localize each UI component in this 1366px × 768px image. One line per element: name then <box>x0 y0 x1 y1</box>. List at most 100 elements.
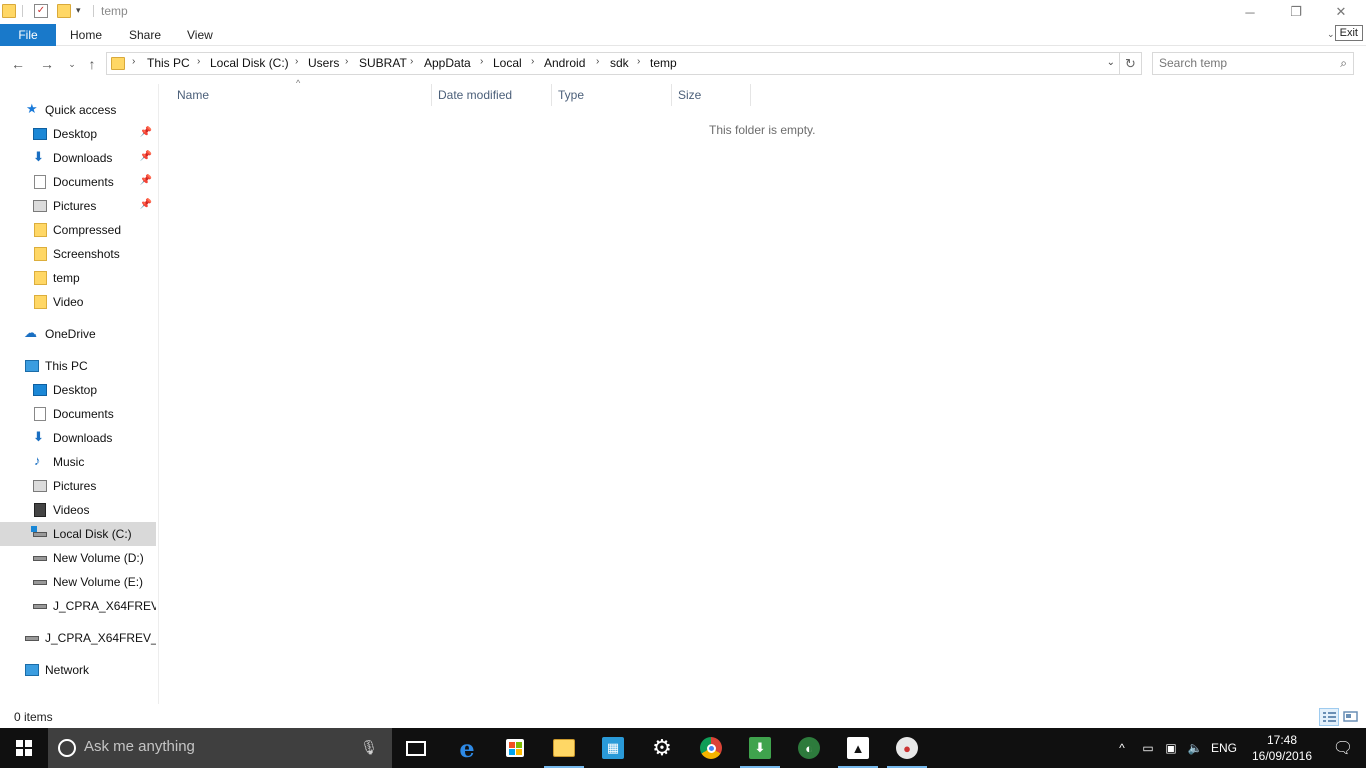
taskbar-photos[interactable]: ▲ <box>834 728 882 768</box>
taskbar-store[interactable] <box>491 728 539 768</box>
nav-network[interactable]: Network <box>0 658 156 682</box>
nav-quick-access[interactable]: ★ Quick access <box>0 98 156 122</box>
search-icon[interactable]: ⌕ <box>1340 56 1347 71</box>
large-icons-view-button[interactable] <box>1341 708 1361 726</box>
breadcrumb-android[interactable]: Android <box>544 56 585 70</box>
nav-pc-desktop[interactable]: Desktop <box>0 378 156 402</box>
address-bar[interactable]: › This PC › Local Disk (C:) › Users › SU… <box>106 52 1120 75</box>
nav-label: Pictures <box>53 479 97 493</box>
nav-quick-compressed[interactable]: Compressed <box>0 218 156 242</box>
taskbar-settings[interactable]: ⚙ <box>638 728 686 768</box>
nav-quick-video[interactable]: Video <box>0 290 156 314</box>
restore-button[interactable]: ❐ <box>1273 0 1319 24</box>
nav-label: Network <box>45 663 90 677</box>
network-tray-icon[interactable]: ▣ <box>1161 728 1181 768</box>
nav-label: Quick access <box>45 103 117 117</box>
properties-icon[interactable]: ✓ <box>34 4 48 18</box>
close-button[interactable]: ✕ <box>1318 0 1364 24</box>
minimize-button[interactable]: ─ <box>1227 0 1273 24</box>
taskbar-app-1[interactable]: ▦ <box>589 728 637 768</box>
forward-icon[interactable]: → <box>37 54 57 74</box>
taskbar-edge[interactable]: e <box>443 728 491 768</box>
nav-pc-music[interactable]: ♪ Music <box>0 450 156 474</box>
tab-home[interactable]: Home <box>70 24 102 46</box>
column-name[interactable]: Name <box>171 84 431 106</box>
taskbar-paint[interactable]: ● <box>883 728 931 768</box>
column-size[interactable]: Size <box>672 84 750 106</box>
nav-label: Screenshots <box>53 247 120 261</box>
new-folder-icon[interactable] <box>57 4 71 18</box>
pin-icon: 📌 <box>139 151 152 162</box>
volume-icon[interactable]: 🔈 <box>1184 728 1206 768</box>
nav-onedrive[interactable]: ☁ OneDrive <box>0 322 156 346</box>
cortana-search[interactable]: 🎙 <box>48 728 392 768</box>
action-center-icon[interactable]: 🗨 <box>1320 728 1366 768</box>
chevron-down-icon[interactable]: ⌄ <box>1107 57 1115 68</box>
nav-pc-videos[interactable]: Videos <box>0 498 156 522</box>
taskbar-internet-download-manager[interactable]: ◐ <box>785 728 833 768</box>
pin-icon: 📌 <box>139 175 152 186</box>
back-icon[interactable]: ← <box>8 54 28 74</box>
nav-quick-documents[interactable]: Documents 📌 <box>0 170 156 194</box>
pane-divider[interactable] <box>158 84 159 704</box>
computer-icon <box>25 360 39 372</box>
taskbar-download-manager[interactable]: ⬇ <box>736 728 784 768</box>
breadcrumb-this-pc[interactable]: This PC <box>147 56 190 70</box>
nav-quick-screenshots[interactable]: Screenshots <box>0 242 156 266</box>
search-box[interactable]: ⌕ <box>1152 52 1354 75</box>
search-input[interactable] <box>1159 56 1329 70</box>
nav-pc-documents[interactable]: Documents <box>0 402 156 426</box>
breadcrumb-temp[interactable]: temp <box>650 56 677 70</box>
nav-quick-pictures[interactable]: Pictures 📌 <box>0 194 156 218</box>
breadcrumb-local[interactable]: Local <box>493 56 522 70</box>
nav-pc-new-volume-e[interactable]: New Volume (E:) <box>0 570 156 594</box>
battery-icon[interactable]: ▭ <box>1138 728 1158 768</box>
film-icon <box>34 503 46 517</box>
nav-this-pc[interactable]: This PC <box>0 354 156 378</box>
breadcrumb-appdata[interactable]: AppData <box>424 56 471 70</box>
tab-share[interactable]: Share <box>129 24 161 46</box>
task-view-button[interactable] <box>392 728 440 768</box>
taskbar-search-input[interactable] <box>84 738 344 755</box>
input-language[interactable]: ENG <box>1208 728 1240 768</box>
breadcrumb-users[interactable]: Users <box>308 56 339 70</box>
recent-locations-icon[interactable]: ⌄ <box>62 54 82 74</box>
tooltip: Exit <box>1334 25 1363 41</box>
chrome-icon <box>700 737 722 759</box>
taskbar-file-explorer[interactable] <box>540 728 588 768</box>
breadcrumb-local-disk[interactable]: Local Disk (C:) <box>210 56 289 70</box>
details-view-button[interactable] <box>1319 708 1339 726</box>
details-view-icon <box>1323 712 1336 722</box>
chevron-right-icon: › <box>295 56 299 67</box>
window-title: temp <box>101 4 128 18</box>
start-button[interactable] <box>0 728 48 768</box>
nav-pc-cpra-drive[interactable]: J_CPRA_X64FREV_EN <box>0 594 156 618</box>
nav-quick-downloads[interactable]: ⬇ Downloads 📌 <box>0 146 156 170</box>
network-settings-icon: ▦ <box>602 737 624 759</box>
column-divider[interactable] <box>750 84 751 106</box>
tab-view[interactable]: View <box>187 24 213 46</box>
clock[interactable]: 17:48 16/09/2016 <box>1244 732 1320 764</box>
nav-pc-pictures[interactable]: Pictures <box>0 474 156 498</box>
nav-quick-temp[interactable]: temp <box>0 266 156 290</box>
tab-file[interactable]: File <box>0 24 56 46</box>
up-icon[interactable]: ↑ <box>82 54 102 74</box>
customize-quick-access-icon[interactable]: ▾ <box>76 5 81 16</box>
chevron-right-icon: › <box>596 56 600 67</box>
nav-removable-drive[interactable]: J_CPRA_X64FREV_EN- <box>0 626 156 650</box>
paint-palette-icon: ● <box>896 737 918 759</box>
breadcrumb-subrat[interactable]: SUBRAT <box>359 56 407 70</box>
refresh-button[interactable]: ↻ <box>1120 52 1142 75</box>
nav-pc-new-volume-d[interactable]: New Volume (D:) <box>0 546 156 570</box>
column-type[interactable]: Type <box>552 84 671 106</box>
column-date-modified[interactable]: Date modified <box>432 84 551 106</box>
nav-pc-local-disk[interactable]: Local Disk (C:) <box>0 522 156 546</box>
taskbar-chrome[interactable] <box>687 728 735 768</box>
expand-ribbon-icon[interactable]: ⌄ <box>1327 29 1335 40</box>
microphone-icon[interactable]: 🎙 <box>360 739 378 756</box>
nav-quick-desktop[interactable]: Desktop 📌 <box>0 122 156 146</box>
show-hidden-icons-button[interactable]: ^ <box>1112 728 1132 768</box>
download-manager-icon: ⬇ <box>749 737 771 759</box>
nav-pc-downloads[interactable]: ⬇ Downloads <box>0 426 156 450</box>
breadcrumb-sdk[interactable]: sdk <box>610 56 629 70</box>
